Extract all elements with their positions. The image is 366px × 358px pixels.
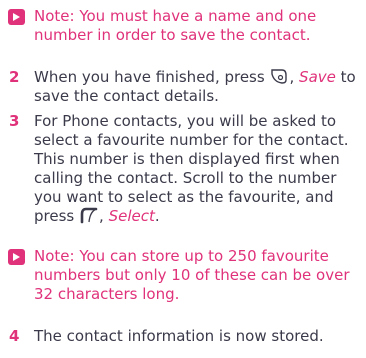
step-line: The contact information is now stored.: [34, 327, 324, 345]
save-action-label: Save: [299, 68, 336, 86]
step-line: press , Select.: [34, 207, 362, 226]
step-text: ,: [99, 207, 104, 225]
step-line: For Phone contacts, you will be asked to: [34, 112, 337, 130]
arrow-box-icon: [8, 249, 25, 265]
step-3: 3 For Phone contacts, you will be asked …: [0, 112, 362, 226]
right-softkey-icon: [271, 69, 288, 84]
arrow-box-icon: [8, 9, 25, 25]
step-text: When you have finished, press: [34, 68, 265, 86]
note-line: number in order to save the contact.: [34, 26, 311, 44]
step-number: 3: [9, 112, 20, 130]
step-text: press: [34, 207, 75, 225]
note-line: Note: You can store up to 250 favourite: [34, 247, 329, 265]
manual-page: Note: You must have a name and one numbe…: [0, 0, 366, 358]
step-line: calling the contact. Scroll to the numbe…: [34, 169, 337, 187]
step-line: you want to select as the favourite, and: [34, 188, 334, 206]
step-2: 2 When you have finished, press , Save t…: [0, 68, 362, 106]
step-number: 2: [9, 68, 20, 86]
note-line: 32 characters long.: [34, 285, 180, 303]
note-line: numbers but only 10 of these can be over: [34, 266, 350, 284]
step-text: ,: [289, 68, 295, 86]
step-text: .: [154, 207, 160, 225]
step-line: When you have finished, press , Save to: [34, 68, 362, 87]
step-4: 4 The contact information is now stored.: [0, 327, 362, 346]
step-text: to: [340, 68, 356, 86]
note-favourite-limit: Note: You can store up to 250 favourite …: [0, 247, 362, 304]
step-line: This number is then displayed first when: [34, 150, 340, 168]
step-line: select a favourite number for the contac…: [34, 131, 349, 149]
note-save-requirement: Note: You must have a name and one numbe…: [0, 7, 362, 45]
step-number: 4: [9, 327, 20, 345]
note-line: Note: You must have a name and one: [34, 7, 317, 25]
step-line: save the contact details.: [34, 87, 219, 105]
select-action-label: Select: [108, 207, 155, 225]
left-softkey-icon: [80, 207, 98, 224]
